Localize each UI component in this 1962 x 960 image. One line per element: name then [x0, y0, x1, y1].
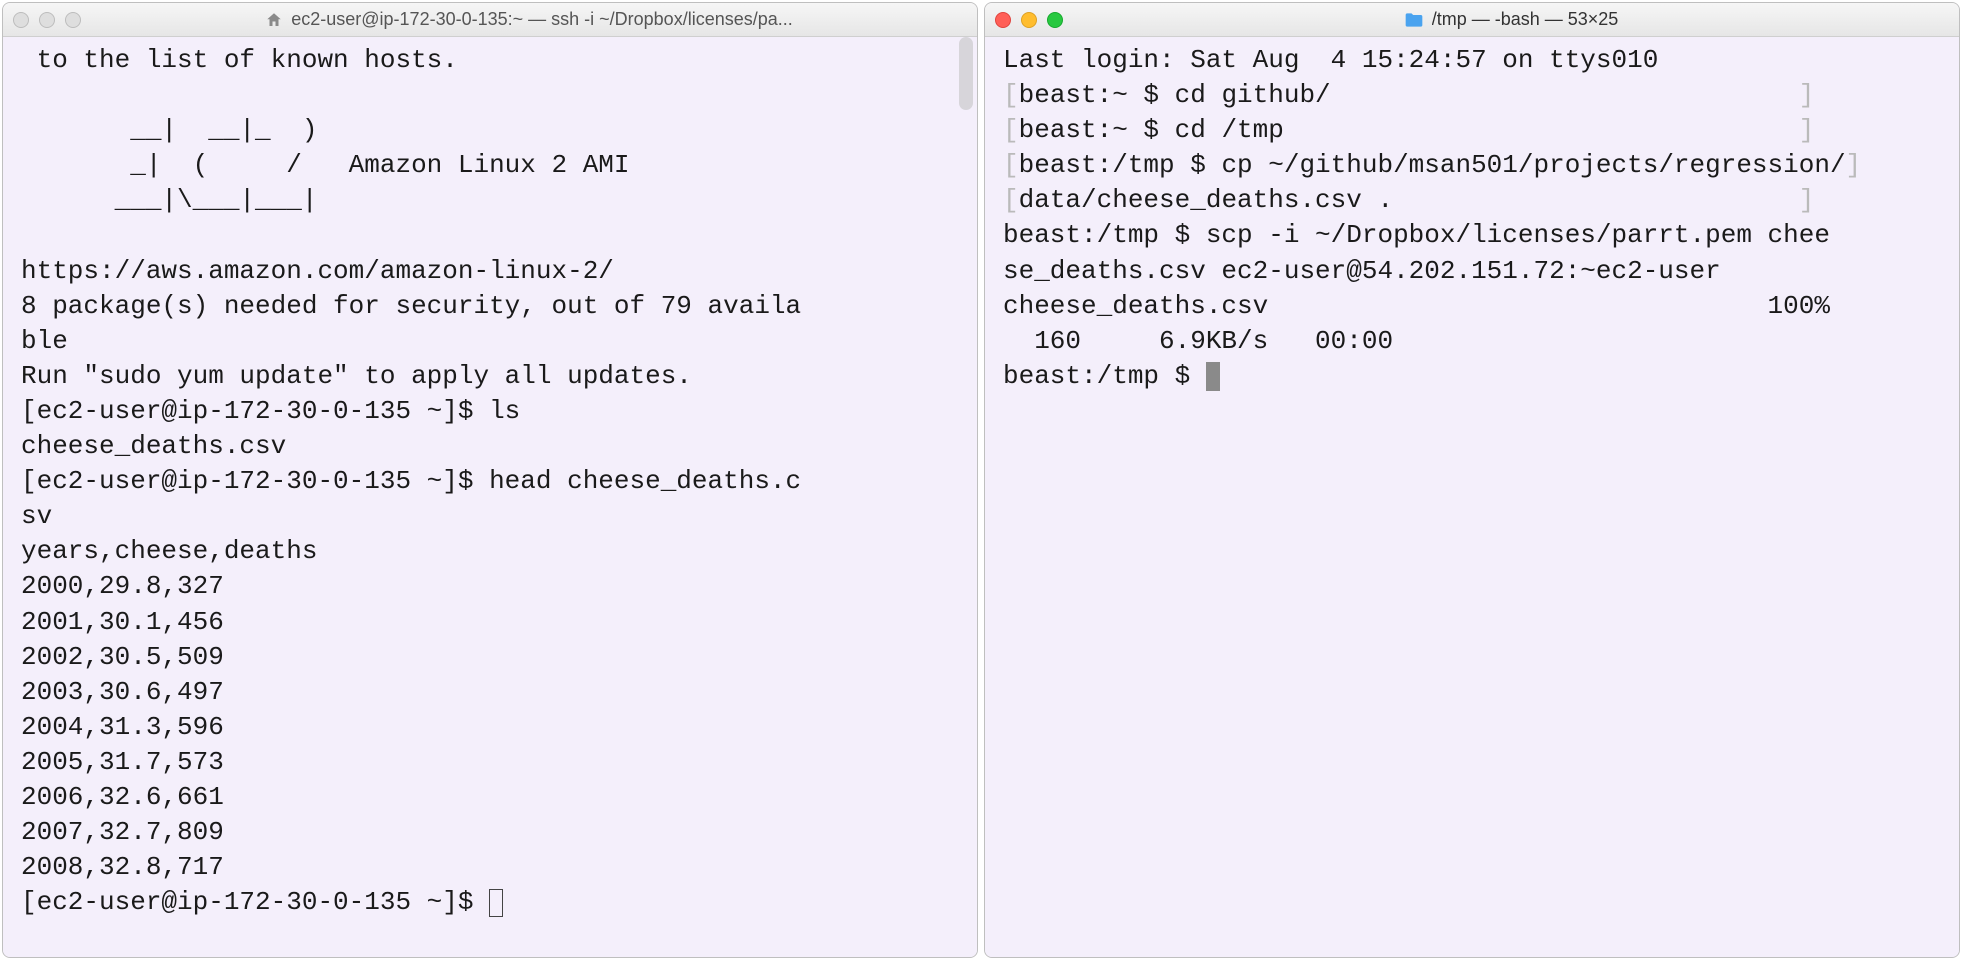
wrap-bracket-open: [: [1003, 80, 1019, 110]
scrollbar-thumb[interactable]: [959, 37, 973, 110]
scrollbar-left[interactable]: [957, 37, 975, 955]
folder-icon: [1404, 11, 1424, 29]
wrap-bracket-close: ]: [1284, 115, 1815, 145]
cursor: [489, 889, 503, 918]
wrap-bracket-open: [: [1003, 150, 1019, 180]
terminal-line: beast:~ $ cd /tmp: [1019, 115, 1284, 145]
titlebar-right[interactable]: /tmp — -bash — 53×25: [985, 3, 1959, 37]
terminal-window-right[interactable]: /tmp — -bash — 53×25 Last login: Sat Aug…: [984, 2, 1960, 958]
wrap-bracket-open: [: [1003, 115, 1019, 145]
title-center: /tmp — -bash — 53×25: [1073, 9, 1949, 30]
terminal-window-left[interactable]: ec2-user@ip-172-30-0-135:~ — ssh -i ~/Dr…: [2, 2, 978, 958]
zoom-button[interactable]: [1047, 12, 1063, 28]
wrap-bracket-close: ]: [1846, 150, 1862, 180]
window-controls: [13, 12, 81, 28]
title-center: ec2-user@ip-172-30-0-135:~ — ssh -i ~/Dr…: [91, 9, 967, 30]
terminal-line: beast:/tmp $ scp -i ~/Dropbox/licenses/p…: [1003, 220, 1830, 250]
minimize-button[interactable]: [1021, 12, 1037, 28]
zoom-button[interactable]: [65, 12, 81, 28]
titlebar-left[interactable]: ec2-user@ip-172-30-0-135:~ — ssh -i ~/Dr…: [3, 3, 977, 37]
cursor: [1206, 362, 1220, 391]
terminal-line: se_deaths.csv ec2-user@54.202.151.72:~ec…: [1003, 256, 1721, 286]
window-controls: [995, 12, 1063, 28]
close-button[interactable]: [13, 12, 29, 28]
terminal-line: 160 6.9KB/s 00:00: [1003, 326, 1393, 356]
terminal-line: beast:/tmp $ cp ~/github/msan501/project…: [1019, 150, 1846, 180]
scrollbar-right[interactable]: [1939, 37, 1957, 955]
prompt: beast:/tmp $: [1003, 361, 1206, 391]
wrap-bracket-open: [: [1003, 185, 1019, 215]
close-button[interactable]: [995, 12, 1011, 28]
home-icon: [265, 11, 283, 29]
terminal-line: cheese_deaths.csv 100%: [1003, 291, 1830, 321]
desktop: ec2-user@ip-172-30-0-135:~ — ssh -i ~/Dr…: [0, 0, 1962, 960]
terminal-output-right[interactable]: Last login: Sat Aug 4 15:24:57 on ttys01…: [985, 37, 1959, 957]
window-title: ec2-user@ip-172-30-0-135:~ — ssh -i ~/Dr…: [291, 9, 793, 30]
terminal-line: beast:~ $ cd github/: [1019, 80, 1331, 110]
terminal-line: data/cheese_deaths.csv .: [1019, 185, 1393, 215]
wrap-bracket-close: ]: [1331, 80, 1815, 110]
minimize-button[interactable]: [39, 12, 55, 28]
window-title: /tmp — -bash — 53×25: [1432, 9, 1619, 30]
wrap-bracket-close: ]: [1393, 185, 1814, 215]
terminal-output-left[interactable]: to the list of known hosts. __| __|_ ) _…: [3, 37, 977, 957]
terminal-line: Last login: Sat Aug 4 15:24:57 on ttys01…: [1003, 45, 1658, 75]
